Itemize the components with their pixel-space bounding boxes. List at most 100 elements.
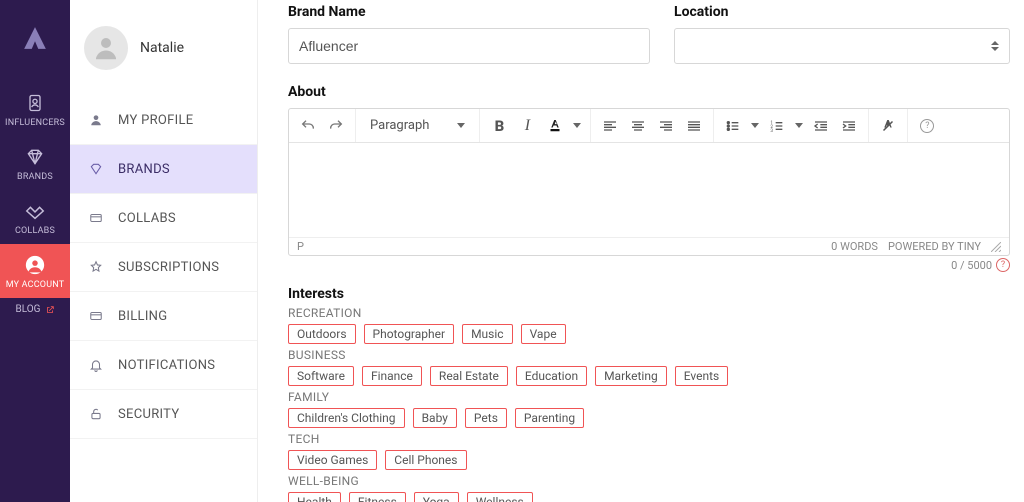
chevron-down-icon xyxy=(795,123,803,128)
nav-label: MY ACCOUNT xyxy=(6,280,65,290)
word-count: 0 WORDS xyxy=(831,240,878,253)
nav-blog-label: BLOG xyxy=(16,304,41,315)
interest-tag[interactable]: Finance xyxy=(362,366,422,386)
bell-icon xyxy=(88,357,104,373)
interest-tag[interactable]: Pets xyxy=(465,408,507,428)
sidebar-item-subscriptions[interactable]: SUBSCRIPTIONS xyxy=(70,243,257,292)
main-content: Brand Name Location About Paragraph xyxy=(258,0,1024,502)
nav-collabs[interactable]: COLLABS xyxy=(0,190,70,244)
interest-category: FAMILY xyxy=(288,390,1010,404)
interest-tag[interactable]: Cell Phones xyxy=(385,450,466,470)
interest-tag[interactable]: Video Games xyxy=(288,450,377,470)
collab-icon xyxy=(88,210,104,226)
align-right-button[interactable] xyxy=(653,113,679,139)
interest-tag[interactable]: Marketing xyxy=(595,366,667,386)
align-justify-button[interactable] xyxy=(681,113,707,139)
interest-tag[interactable]: Vape xyxy=(521,324,566,344)
sidebar-item-security[interactable]: SECURITY xyxy=(70,390,257,439)
interest-tag[interactable]: Photographer xyxy=(364,324,455,344)
interest-category: BUSINESS xyxy=(288,348,1010,362)
help-icon: ? xyxy=(920,119,934,133)
sidebar-item-brands[interactable]: BRANDS xyxy=(70,145,257,194)
resize-handle-icon[interactable] xyxy=(991,242,1001,252)
sidebar-item-billing[interactable]: BILLING xyxy=(70,292,257,341)
interests-section: Interests RECREATIONOutdoorsPhotographer… xyxy=(288,286,1010,502)
user-icon xyxy=(88,112,104,128)
bold-button[interactable]: B xyxy=(486,113,512,139)
nav-influencers[interactable]: INFLUENCERS xyxy=(0,82,70,136)
outdent-button[interactable] xyxy=(808,113,834,139)
username: Natalie xyxy=(140,40,184,56)
app-logo xyxy=(21,24,49,52)
numbered-list-button[interactable]: 123 xyxy=(764,113,790,139)
sidebar-item-my-profile[interactable]: MY PROFILE xyxy=(70,96,257,145)
indent-button[interactable] xyxy=(836,113,862,139)
rich-text-editor: Paragraph B I xyxy=(288,108,1010,256)
avatar xyxy=(84,26,128,70)
interest-category: TECH xyxy=(288,432,1010,446)
lock-open-icon xyxy=(88,406,104,422)
powered-by: POWERED BY TINY xyxy=(888,240,981,253)
interest-group: BUSINESS Software Finance Real Estate Educat… xyxy=(288,348,1010,386)
interest-tag[interactable]: Health xyxy=(288,492,341,502)
interest-tag[interactable]: Real Estate xyxy=(430,366,508,386)
svg-text:3: 3 xyxy=(771,128,774,134)
interest-category: WELL-BEING xyxy=(288,474,1010,488)
id-card-icon xyxy=(24,92,46,114)
interest-tag[interactable]: Software xyxy=(288,366,354,386)
char-counter: 0 / 5000 xyxy=(951,259,992,272)
interest-category: RECREATION xyxy=(288,306,1010,320)
nav-brands[interactable]: BRANDS xyxy=(0,136,70,190)
interest-tag[interactable]: Wellness xyxy=(467,492,533,502)
location-select[interactable] xyxy=(674,28,1010,64)
interest-tag[interactable]: Children's Clothing xyxy=(288,408,405,428)
sidebar-item-label: MY PROFILE xyxy=(118,113,193,128)
chevron-down-icon xyxy=(573,123,581,128)
interest-tag[interactable]: Fitness xyxy=(349,492,406,502)
sidebar-item-notifications[interactable]: NOTIFICATIONS xyxy=(70,341,257,390)
sidebar-menu: MY PROFILE BRANDS COLLABS SUBSCRIPTIONS … xyxy=(70,96,257,439)
select-arrows-icon xyxy=(991,41,999,51)
interest-tag[interactable]: Baby xyxy=(413,408,457,428)
external-link-icon xyxy=(45,305,55,315)
brand-name-input[interactable] xyxy=(288,28,650,64)
editor-textarea[interactable] xyxy=(289,143,1009,237)
align-center-button[interactable] xyxy=(625,113,651,139)
sidebar-user: Natalie xyxy=(70,0,257,96)
help-button[interactable]: ? xyxy=(914,113,940,139)
sidebar-item-label: BILLING xyxy=(118,309,167,324)
nav-blog[interactable]: BLOG xyxy=(16,304,55,315)
counter-help-icon[interactable]: ? xyxy=(996,258,1010,272)
interest-tag[interactable]: Education xyxy=(516,366,587,386)
interest-tag[interactable]: Outdoors xyxy=(288,324,356,344)
bullet-list-button[interactable] xyxy=(720,113,746,139)
text-color-more[interactable] xyxy=(570,113,584,139)
interest-tag[interactable]: Parenting xyxy=(515,408,584,428)
align-left-button[interactable] xyxy=(597,113,623,139)
bullet-list-more[interactable] xyxy=(748,113,762,139)
location-label: Location xyxy=(674,4,1010,20)
redo-button[interactable] xyxy=(323,113,349,139)
sidebar-item-collabs[interactable]: COLLABS xyxy=(70,194,257,243)
italic-button[interactable]: I xyxy=(514,113,540,139)
diamond-icon xyxy=(88,161,104,177)
sidebar-item-label: BRANDS xyxy=(118,162,170,177)
user-circle-icon xyxy=(24,254,46,276)
numbered-list-more[interactable] xyxy=(792,113,806,139)
undo-button[interactable] xyxy=(295,113,321,139)
nav-label: COLLABS xyxy=(15,226,55,236)
sidebar-item-label: NOTIFICATIONS xyxy=(118,358,215,373)
nav-my-account[interactable]: MY ACCOUNT xyxy=(0,244,70,298)
block-format-select[interactable]: Paragraph xyxy=(362,118,473,133)
star-icon xyxy=(88,259,104,275)
sidebar-item-label: COLLABS xyxy=(118,211,176,226)
account-sidebar: Natalie MY PROFILE BRANDS COLLABS SUBSCR… xyxy=(70,0,258,502)
interest-tag[interactable]: Music xyxy=(462,324,512,344)
nav-rail: INFLUENCERS BRANDS COLLABS MY ACCOUNT BL… xyxy=(0,0,70,502)
interest-tag[interactable]: Events xyxy=(675,366,729,386)
text-color-button[interactable] xyxy=(542,113,568,139)
clear-format-button[interactable] xyxy=(875,113,901,139)
nav-label: INFLUENCERS xyxy=(5,118,65,128)
interest-tag[interactable]: Yoga xyxy=(414,492,459,502)
diamond-icon xyxy=(24,146,46,168)
